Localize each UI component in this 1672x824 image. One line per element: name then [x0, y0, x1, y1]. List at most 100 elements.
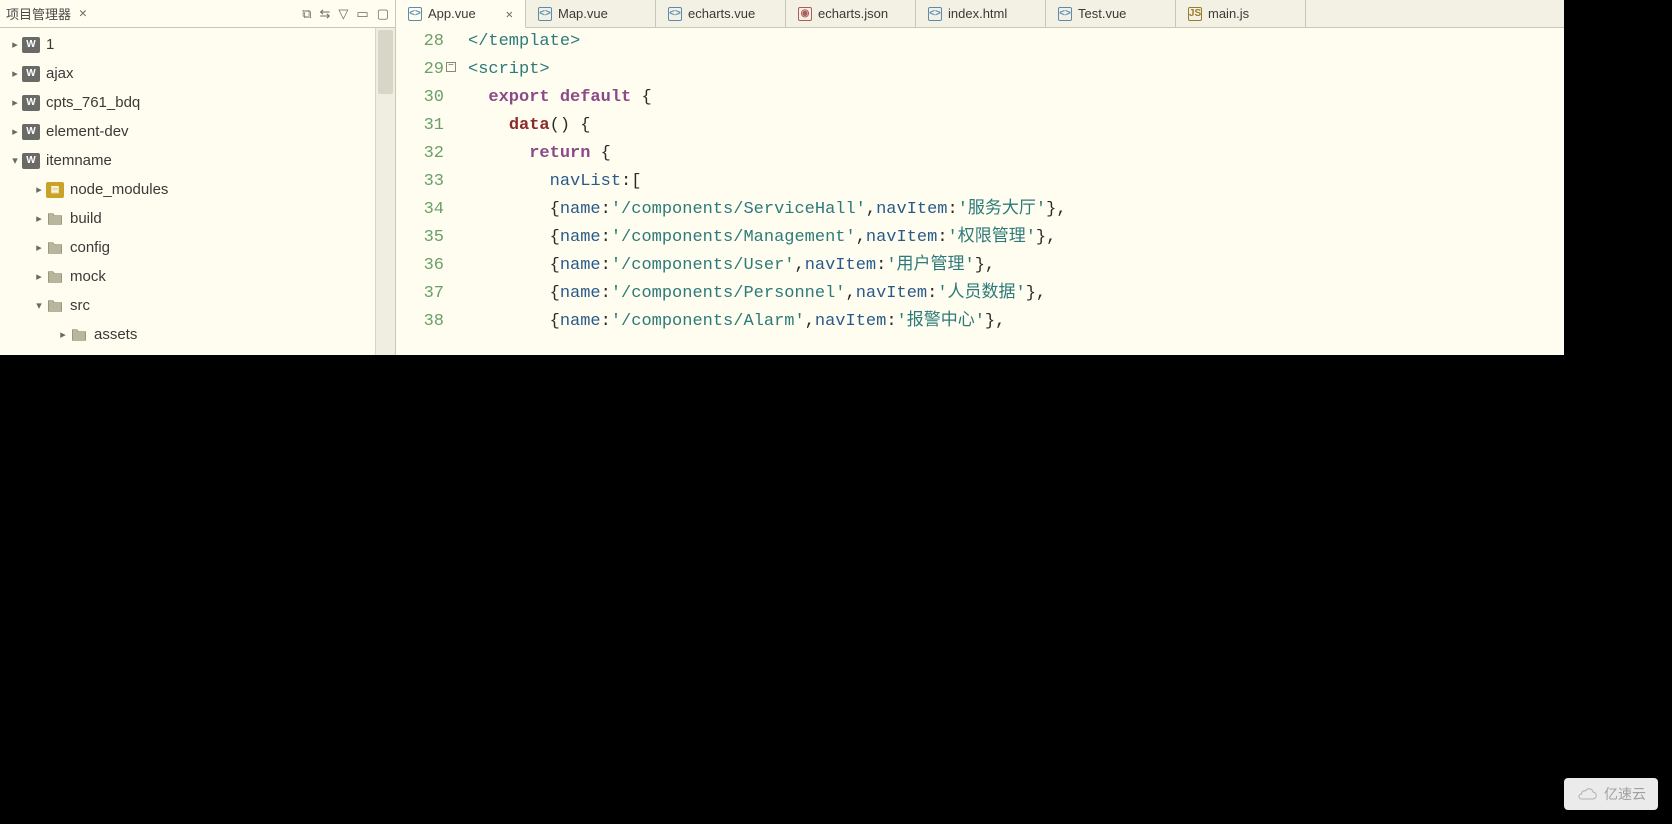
project-icon: W — [22, 66, 40, 82]
vue-file-icon: <> — [538, 7, 552, 21]
tree-item-label: mock — [70, 268, 106, 285]
tab-label: Map.vue — [558, 6, 608, 21]
tree-item-label: config — [70, 239, 110, 256]
project-explorer-panel: 项目管理器 ✕ ⧉ ⇆ ▽ ▭ ▢ W1WajaxWcpts_761_bdqWe… — [0, 0, 396, 355]
code-line[interactable]: {name:'/components/Personnel',navItem:'人… — [468, 280, 1564, 308]
explorer-title: 项目管理器 — [6, 4, 71, 23]
line-number: 35 — [396, 224, 444, 252]
code-line[interactable]: {name:'/components/User',navItem:'用户管理'}… — [468, 252, 1564, 280]
library-icon: ▤ — [46, 182, 64, 198]
tab-Test-vue[interactable]: <>Test.vue — [1046, 0, 1176, 27]
code-line[interactable]: navList:[ — [468, 168, 1564, 196]
editor-tabs: <> App.vue ✕ <> Map.vue <>echarts.vue◉echarts… — [396, 0, 1564, 28]
maximize-icon[interactable]: ▢ — [377, 6, 389, 22]
tree-item-itemname[interactable]: Witemname — [0, 146, 375, 175]
tree-item-label: ajax — [46, 65, 74, 82]
project-icon: W — [22, 37, 40, 53]
close-tab-icon[interactable]: ✕ — [506, 7, 513, 21]
chevron-down-icon[interactable] — [8, 154, 22, 167]
line-number: 29− — [396, 56, 444, 84]
folder-icon — [46, 269, 64, 285]
tab-label: index.html — [948, 6, 1007, 21]
code-line[interactable]: {name:'/components/Management',navItem:'… — [468, 224, 1564, 252]
json-file-icon: ◉ — [798, 7, 812, 21]
line-number: 34 — [396, 196, 444, 224]
tree-item-node_modules[interactable]: ▤node_modules — [0, 175, 375, 204]
vue-file-icon: <> — [668, 7, 682, 21]
tree-item-label: src — [70, 297, 90, 314]
tab-label: App.vue — [428, 6, 476, 21]
fold-collapse-icon[interactable]: − — [446, 62, 456, 72]
scrollbar-thumb[interactable] — [378, 30, 393, 94]
minimize-icon[interactable]: ▭ — [356, 6, 368, 22]
folder-icon — [46, 240, 64, 256]
tree-item-ajax[interactable]: Wajax — [0, 59, 375, 88]
code-content[interactable]: </template><script> export default { dat… — [452, 28, 1564, 355]
tab-Map-vue[interactable]: <> Map.vue — [526, 0, 656, 27]
tree-item-label: assets — [94, 326, 137, 343]
chevron-right-icon[interactable] — [56, 328, 70, 341]
watermark: 亿速云 — [1564, 778, 1658, 810]
editor-area: <> App.vue ✕ <> Map.vue <>echarts.vue◉echarts… — [396, 0, 1564, 355]
chevron-right-icon[interactable] — [8, 96, 22, 109]
line-number: 37 — [396, 280, 444, 308]
code-line[interactable]: return { — [468, 140, 1564, 168]
line-number-gutter: 2829−303132333435363738 — [396, 28, 452, 355]
watermark-text: 亿速云 — [1604, 784, 1646, 804]
code-line[interactable]: </template> — [468, 28, 1564, 56]
folder-icon — [70, 327, 88, 343]
line-number: 31 — [396, 112, 444, 140]
code-line[interactable]: {name:'/components/ServiceHall',navItem:… — [468, 196, 1564, 224]
project-icon: W — [22, 124, 40, 140]
line-number: 32 — [396, 140, 444, 168]
explorer-header: 项目管理器 ✕ ⧉ ⇆ ▽ ▭ ▢ — [0, 0, 395, 28]
vue-file-icon: <> — [408, 7, 422, 21]
code-line[interactable]: data() { — [468, 112, 1564, 140]
tree-item-1[interactable]: W1 — [0, 30, 375, 59]
project-tree[interactable]: W1WajaxWcpts_761_bdqWelement-devWitemnam… — [0, 28, 375, 355]
tab-index-html[interactable]: <> index.html — [916, 0, 1046, 27]
folder-icon — [46, 298, 64, 314]
tree-item-src[interactable]: src — [0, 291, 375, 320]
chevron-right-icon[interactable] — [32, 183, 46, 196]
code-line[interactable]: <script> — [468, 56, 1564, 84]
vue-file-icon: <> — [928, 7, 942, 21]
project-icon: W — [22, 95, 40, 111]
line-number: 33 — [396, 168, 444, 196]
tree-item-label: itemname — [46, 152, 112, 169]
chevron-right-icon[interactable] — [32, 212, 46, 225]
tree-item-label: cpts_761_bdq — [46, 94, 140, 111]
tree-item-mock[interactable]: mock — [0, 262, 375, 291]
tab-App-vue[interactable]: <> App.vue ✕ — [396, 0, 526, 28]
line-number: 38 — [396, 308, 444, 336]
tab-label: main.js — [1208, 6, 1249, 21]
chevron-down-icon[interactable] — [32, 299, 46, 312]
link-editor-icon[interactable]: ⇆ — [320, 6, 331, 22]
close-icon[interactable]: ✕ — [79, 6, 87, 21]
tree-item-config[interactable]: config — [0, 233, 375, 262]
tree-item-element-dev[interactable]: Welement-dev — [0, 117, 375, 146]
chevron-right-icon[interactable] — [32, 241, 46, 254]
tab-echarts-json[interactable]: ◉echarts.json — [786, 0, 916, 27]
tab-echarts-vue[interactable]: <>echarts.vue — [656, 0, 786, 27]
chevron-right-icon[interactable] — [8, 125, 22, 138]
chevron-right-icon[interactable] — [8, 67, 22, 80]
chevron-right-icon[interactable] — [8, 38, 22, 51]
cloud-icon — [1576, 787, 1598, 801]
tree-item-build[interactable]: build — [0, 204, 375, 233]
code-view[interactable]: 2829−303132333435363738 </template><scri… — [396, 28, 1564, 355]
code-line[interactable]: export default { — [468, 84, 1564, 112]
collapse-all-icon[interactable]: ⧉ — [302, 6, 311, 22]
js-file-icon: JS — [1188, 7, 1202, 21]
ide-container: 项目管理器 ✕ ⧉ ⇆ ▽ ▭ ▢ W1WajaxWcpts_761_bdqWe… — [0, 0, 1564, 355]
tab-label: Test.vue — [1078, 6, 1126, 21]
line-number: 28 — [396, 28, 444, 56]
tree-scrollbar[interactable] — [375, 28, 395, 355]
tab-main-js[interactable]: JS main.js — [1176, 0, 1306, 27]
view-menu-icon[interactable]: ▽ — [338, 6, 348, 22]
folder-icon — [46, 211, 64, 227]
tree-item-assets[interactable]: assets — [0, 320, 375, 349]
chevron-right-icon[interactable] — [32, 270, 46, 283]
tree-item-cpts_761_bdq[interactable]: Wcpts_761_bdq — [0, 88, 375, 117]
code-line[interactable]: {name:'/components/Alarm',navItem:'报警中心'… — [468, 308, 1564, 336]
